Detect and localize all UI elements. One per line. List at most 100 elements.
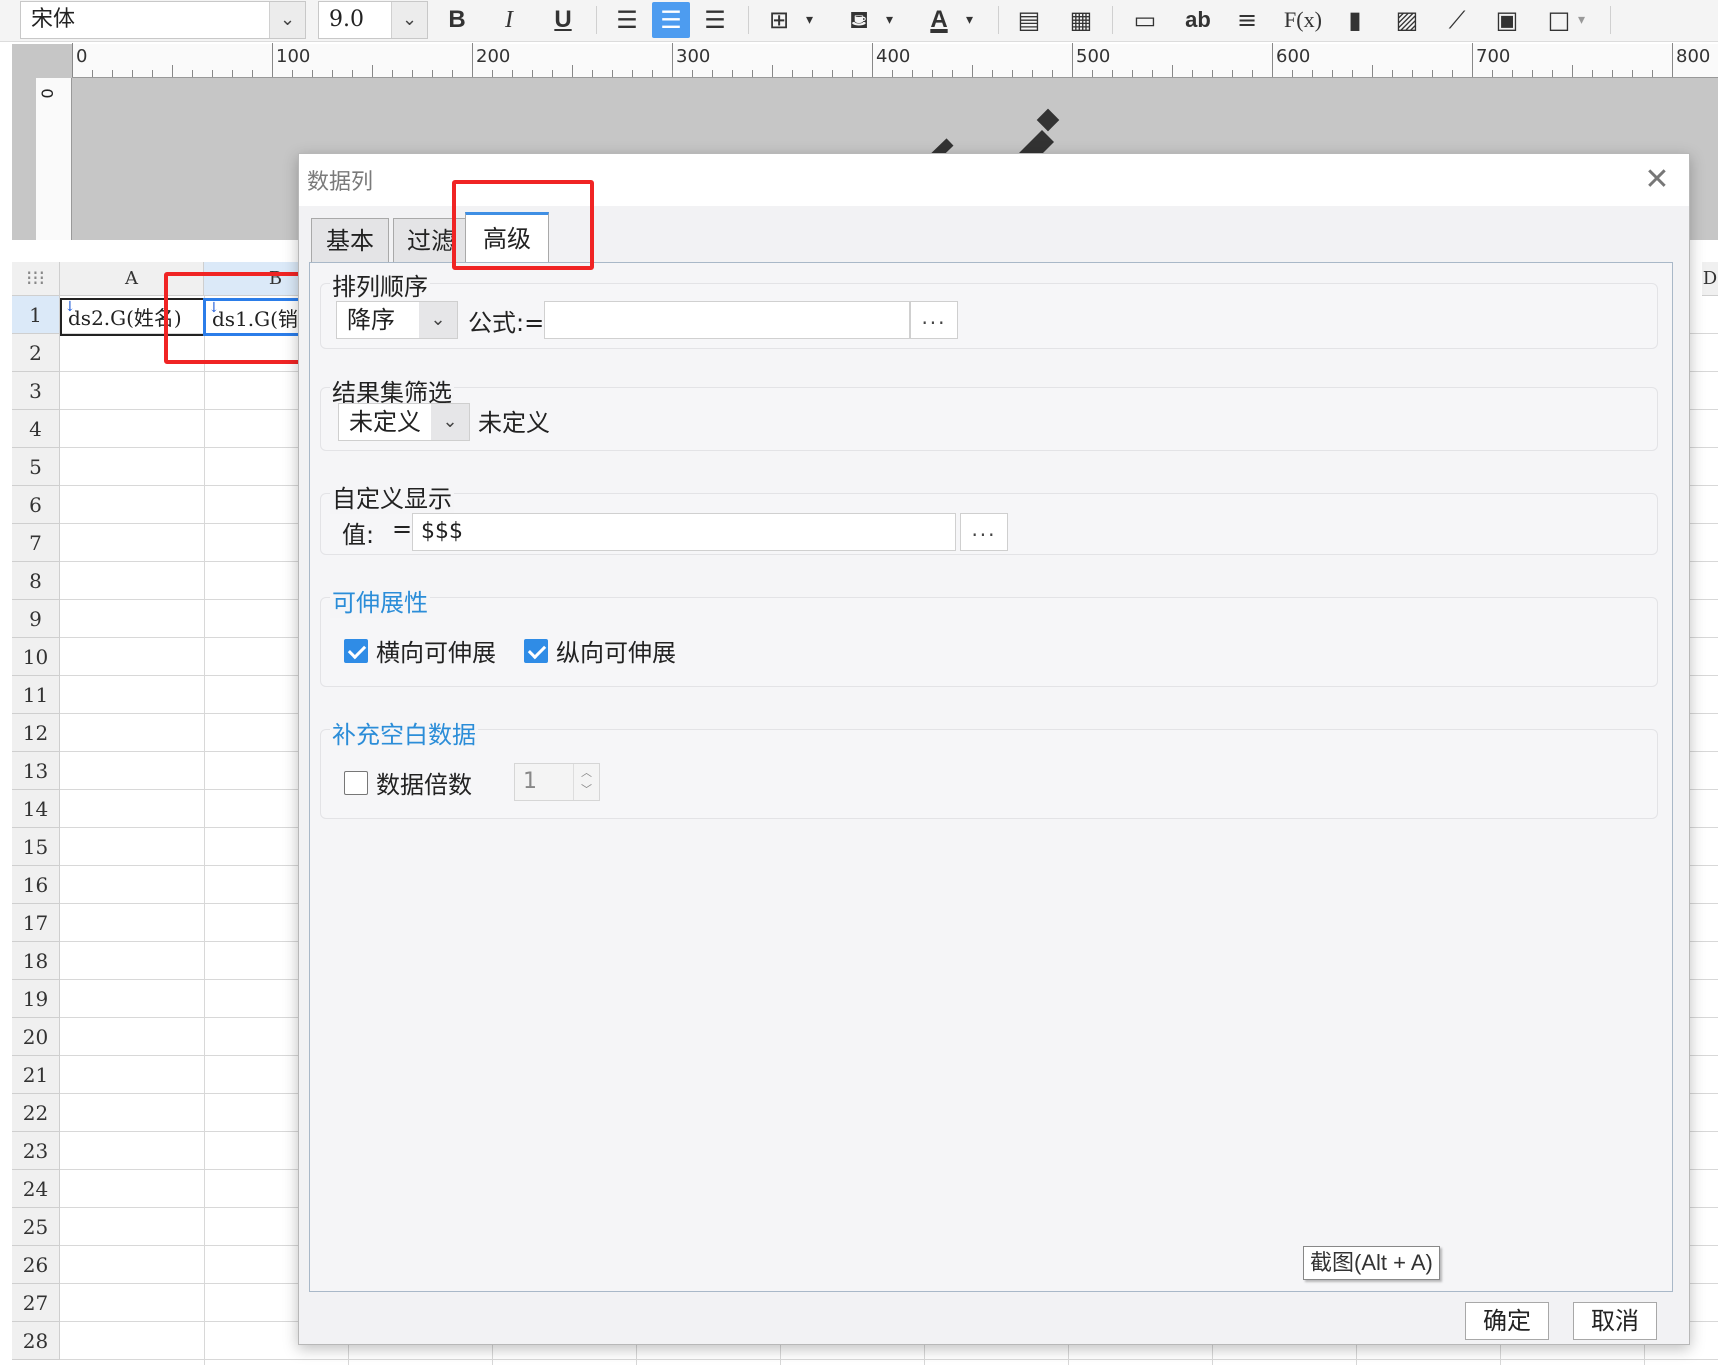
tab-filter[interactable]: 过滤	[393, 218, 469, 264]
ruler-tick	[1672, 43, 1673, 77]
ruler-tick	[1132, 70, 1133, 77]
insert-field-button[interactable]: ▭	[1126, 2, 1164, 38]
fill-color-button[interactable]: ⛾	[840, 2, 878, 38]
data-multiple-spinner[interactable]: 1 ︿ ﹀	[514, 763, 600, 801]
column-header-d[interactable]: D	[1702, 262, 1718, 296]
ruler-tick	[512, 70, 513, 77]
row-header[interactable]: 9	[12, 600, 60, 638]
row-header[interactable]: 21	[12, 1056, 60, 1094]
row-header[interactable]: 19	[12, 980, 60, 1018]
row-header[interactable]: 10	[12, 638, 60, 676]
result-filter-select[interactable]: 未定义 ⌄	[338, 403, 470, 441]
ruler-tick	[1232, 70, 1233, 77]
row-header[interactable]: 6	[12, 486, 60, 524]
row-header[interactable]: 16	[12, 866, 60, 904]
chevron-down-icon[interactable]: ⌄	[269, 2, 305, 38]
vertical-expand-checkbox[interactable]	[524, 639, 548, 663]
row-header[interactable]: 25	[12, 1208, 60, 1246]
split-cells-button[interactable]: ▦	[1062, 2, 1100, 38]
align-center-button[interactable]: ☰	[652, 2, 690, 38]
font-size-select[interactable]: 9.0 ⌄	[318, 1, 428, 39]
close-icon[interactable]: ✕	[1637, 160, 1677, 200]
formula-button[interactable]: F(x)	[1278, 2, 1328, 38]
spinner-arrows[interactable]: ︿ ﹀	[573, 764, 599, 800]
row-header[interactable]: 13	[12, 752, 60, 790]
caret-down-icon[interactable]: ▾	[1578, 2, 1585, 38]
vertical-expand-label[interactable]: 纵向可伸展	[556, 633, 676, 668]
ruler-tick	[192, 70, 193, 77]
slash-button[interactable]: ⟋	[1438, 2, 1476, 38]
caret-down-icon[interactable]: ▾	[886, 2, 893, 38]
row-header[interactable]: 4	[12, 410, 60, 448]
italic-button[interactable]: I	[490, 2, 528, 38]
cell-a1[interactable]: ↓ ds2.G(姓名)	[60, 298, 205, 336]
ruler-tick	[552, 70, 553, 77]
row-header[interactable]: 23	[12, 1132, 60, 1170]
ruler-tick	[572, 65, 573, 77]
font-color-button[interactable]: A	[920, 2, 958, 38]
chart-button[interactable]: ▮	[1336, 2, 1374, 38]
data-multiple-label[interactable]: 数据倍数	[376, 765, 472, 800]
row-header[interactable]: 3	[12, 372, 60, 410]
row-header[interactable]: 12	[12, 714, 60, 752]
cell-border-button[interactable]: □	[1540, 2, 1578, 38]
caret-down-icon[interactable]: ▾	[966, 2, 973, 38]
custom-display-value-input[interactable]: $$$	[412, 513, 956, 551]
sort-formula-input[interactable]	[544, 301, 910, 339]
row-header[interactable]: 18	[12, 942, 60, 980]
row-header[interactable]: 28	[12, 1322, 60, 1360]
chevron-down-icon[interactable]: ⌄	[431, 404, 469, 440]
row-header[interactable]: 7	[12, 524, 60, 562]
custom-display-more-button[interactable]: ...	[960, 513, 1008, 551]
ruler-tick	[792, 70, 793, 77]
ruler-tick	[452, 70, 453, 77]
row-header[interactable]: 1	[12, 296, 60, 334]
column-header-a[interactable]: A	[60, 262, 204, 296]
image-button[interactable]: ▨	[1388, 2, 1426, 38]
row-header[interactable]: 22	[12, 1094, 60, 1132]
row-header[interactable]: 20	[12, 1018, 60, 1056]
expandability-group	[320, 597, 1658, 687]
data-multiple-checkbox[interactable]	[344, 771, 368, 795]
merge-cells-button[interactable]: ▤	[1010, 2, 1048, 38]
row-header[interactable]: 15	[12, 828, 60, 866]
row-header[interactable]: 5	[12, 448, 60, 486]
caret-down-icon[interactable]: ▾	[806, 2, 813, 38]
chevron-down-icon[interactable]: ﹀	[574, 781, 599, 798]
horizontal-expand-label[interactable]: 横向可伸展	[376, 633, 496, 668]
sort-order-select[interactable]: 降序 ⌄	[336, 301, 458, 339]
row-header[interactable]: 26	[12, 1246, 60, 1284]
align-right-button[interactable]: ☰	[696, 2, 734, 38]
bold-button[interactable]: B	[438, 2, 476, 38]
chevron-down-icon[interactable]: ⌄	[391, 2, 427, 38]
chevron-down-icon[interactable]: ⌄	[419, 302, 457, 338]
row-header[interactable]: 2	[12, 334, 60, 372]
grid-line	[204, 296, 205, 1365]
cancel-button[interactable]: 取消	[1573, 1302, 1657, 1340]
tab-advanced[interactable]: 高级	[465, 212, 549, 268]
row-header[interactable]: 11	[12, 676, 60, 714]
font-family-select[interactable]: 宋体 ⌄	[20, 1, 306, 39]
border-button[interactable]: ⊞	[760, 2, 798, 38]
ruler-tick	[112, 70, 113, 77]
ruler-tick	[1592, 70, 1593, 77]
sort-formula-more-button[interactable]: ...	[910, 301, 958, 339]
chevron-up-icon[interactable]: ︿	[574, 764, 599, 781]
ruler-tick	[1532, 70, 1533, 77]
align-left-button[interactable]: ☰	[608, 2, 646, 38]
paragraph-button[interactable]: ≡	[1228, 2, 1266, 38]
text-tool-button[interactable]: ab	[1176, 2, 1220, 38]
select-all-corner[interactable]: ⁝⁝⁝	[12, 262, 60, 296]
toolbar: 宋体 ⌄ 9.0 ⌄ B I U ☰ ☰ ☰ ⊞ ▾ ⛾ ▾ A ▾ ▤ ▦ ▭…	[0, 0, 1718, 42]
horizontal-expand-checkbox[interactable]	[344, 639, 368, 663]
subreport-button[interactable]: ▣	[1488, 2, 1526, 38]
row-header[interactable]: 17	[12, 904, 60, 942]
row-header[interactable]: 27	[12, 1284, 60, 1322]
row-header[interactable]: 14	[12, 790, 60, 828]
expandability-title: 可伸展性	[330, 583, 430, 618]
row-header[interactable]: 24	[12, 1170, 60, 1208]
ok-button[interactable]: 确定	[1465, 1302, 1549, 1340]
row-header[interactable]: 8	[12, 562, 60, 600]
tab-basic[interactable]: 基本	[311, 218, 389, 264]
underline-button[interactable]: U	[544, 2, 582, 38]
